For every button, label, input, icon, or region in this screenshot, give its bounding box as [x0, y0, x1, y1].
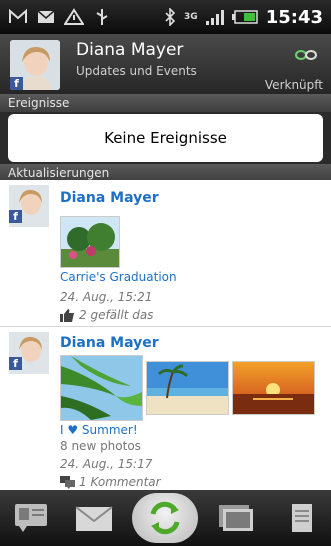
album-photo-beach[interactable] [146, 361, 229, 415]
facebook-icon: f [9, 357, 22, 370]
events-empty-text: Keine Ereignisse [104, 129, 227, 147]
updates-tab[interactable] [132, 493, 199, 543]
album-photo[interactable] [60, 216, 120, 268]
status-bar: 3G 15:43 [0, 0, 331, 34]
message-tab[interactable] [70, 496, 118, 540]
contact-subtitle: Updates und Events [76, 64, 197, 78]
album-link[interactable]: I ♥ Summer! [60, 423, 138, 437]
clock: 15:43 [265, 6, 323, 28]
comments-count: 1 Kommentar [79, 475, 161, 489]
avatar[interactable]: f [10, 40, 60, 90]
bluetooth-icon [165, 8, 176, 26]
avatar[interactable]: f [9, 185, 49, 227]
likes-row: 2 gefällt das [60, 308, 153, 322]
profile-tab[interactable] [7, 496, 55, 540]
profile-card-icon [15, 504, 48, 532]
list-item[interactable]: f Diana Mayer Carrie's Graduation 24. Au… [0, 180, 331, 327]
gmail-icon [9, 8, 27, 23]
photo-count: 8 new photos [60, 439, 141, 453]
comment-icon [60, 475, 75, 489]
post-time: 24. Aug., 15:21 [60, 290, 153, 304]
list-item[interactable]: f Diana Mayer I ♥ Summer! 8 new photos 2… [0, 327, 331, 490]
refresh-icon [151, 501, 180, 535]
events-empty-box: Keine Ereignisse [8, 114, 323, 162]
signal-icon [205, 10, 224, 25]
gallery-tab[interactable] [213, 496, 261, 540]
album-photo-sunset[interactable] [232, 361, 315, 415]
post-author[interactable]: Diana Mayer [60, 335, 159, 351]
warning-icon [64, 8, 84, 25]
post-time: 24. Aug., 15:17 [60, 457, 153, 471]
events-section-label: Ereignisse [0, 94, 331, 112]
more-tab[interactable] [276, 496, 324, 540]
document-icon [291, 504, 312, 532]
facebook-icon: f [10, 77, 23, 90]
album-photo-palm[interactable] [60, 355, 143, 421]
post-author[interactable]: Diana Mayer [60, 190, 159, 206]
thumbs-up-icon [60, 308, 74, 322]
contact-header: f Diana Mayer Updates und Events Verknüp… [0, 34, 331, 94]
battery-icon [231, 10, 258, 24]
likes-count: 2 gefällt das [79, 308, 154, 322]
gallery-icon [219, 505, 254, 531]
comments-row[interactable]: 1 Kommentar [60, 475, 161, 489]
contact-name: Diana Mayer [76, 40, 184, 60]
avatar[interactable]: f [9, 332, 49, 374]
bottom-tab-bar [0, 490, 331, 546]
usb-icon [96, 9, 108, 25]
mail-icon [37, 10, 55, 23]
envelope-icon [75, 506, 113, 531]
album-link[interactable]: Carrie's Graduation [60, 270, 177, 284]
network-type: 3G [184, 12, 198, 22]
link-icon[interactable] [295, 49, 317, 61]
linked-label: Verknüpft [264, 78, 323, 92]
updates-list[interactable]: f Diana Mayer Carrie's Graduation 24. Au… [0, 180, 331, 490]
facebook-icon: f [9, 210, 22, 223]
